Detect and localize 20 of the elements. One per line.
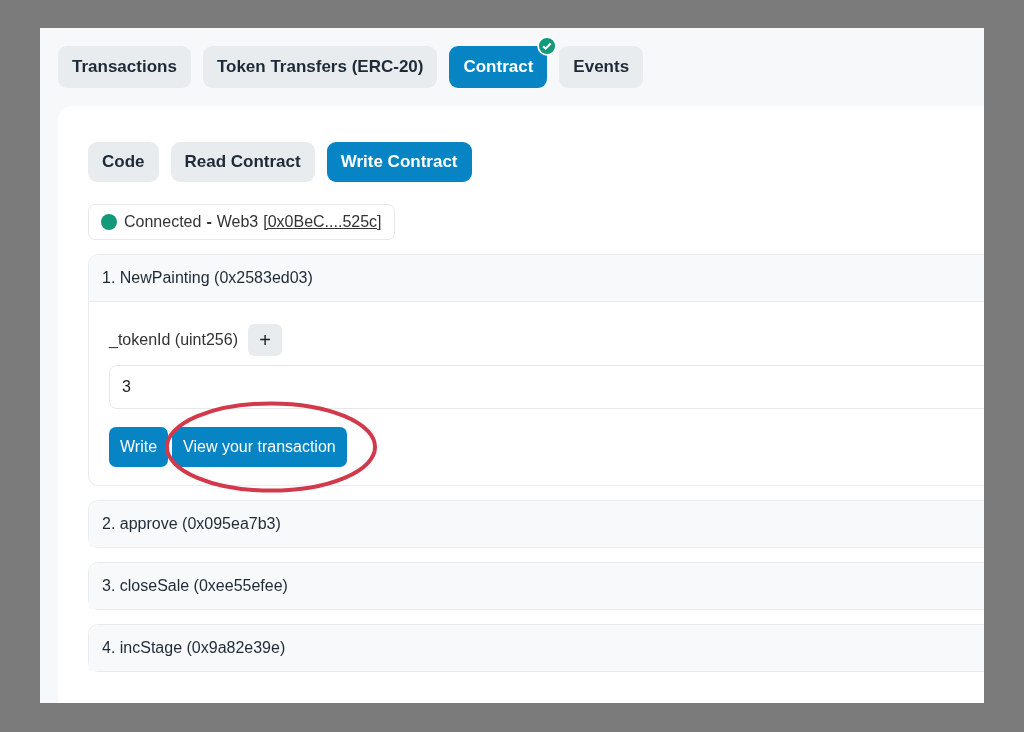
function-header[interactable]: 2. approve (0x095ea7b3) bbox=[89, 501, 984, 547]
tab[interactable]: Contract bbox=[449, 46, 548, 88]
tab[interactable]: Read Contract bbox=[170, 142, 315, 182]
tab[interactable]: Write Contract bbox=[326, 142, 472, 182]
function-header[interactable]: 1. NewPainting (0x2583ed03) bbox=[89, 255, 984, 301]
function-header[interactable]: 4. incStage (0x9a82e39e) bbox=[89, 625, 984, 671]
tab[interactable]: Events bbox=[559, 46, 644, 88]
address-link[interactable]: [0x0BeC....525c] bbox=[263, 213, 382, 231]
input-field[interactable]: 3 bbox=[109, 365, 984, 409]
input-label: _tokenId (uint256) bbox=[109, 331, 238, 349]
action-button[interactable]: Write bbox=[109, 427, 169, 467]
action-button[interactable]: View your transaction bbox=[172, 427, 347, 467]
add-button[interactable]: + bbox=[248, 324, 282, 356]
tab[interactable]: Code bbox=[88, 142, 159, 182]
provider-text: Web3 bbox=[216, 213, 259, 231]
separator-text: - bbox=[206, 213, 212, 231]
tab[interactable]: Token Transfers (ERC-20) bbox=[202, 46, 438, 88]
function-header[interactable]: 3. closeSale (0xee55efee) bbox=[89, 563, 984, 609]
status-text: Connected bbox=[124, 213, 202, 231]
tab[interactable]: Transactions bbox=[58, 46, 191, 88]
